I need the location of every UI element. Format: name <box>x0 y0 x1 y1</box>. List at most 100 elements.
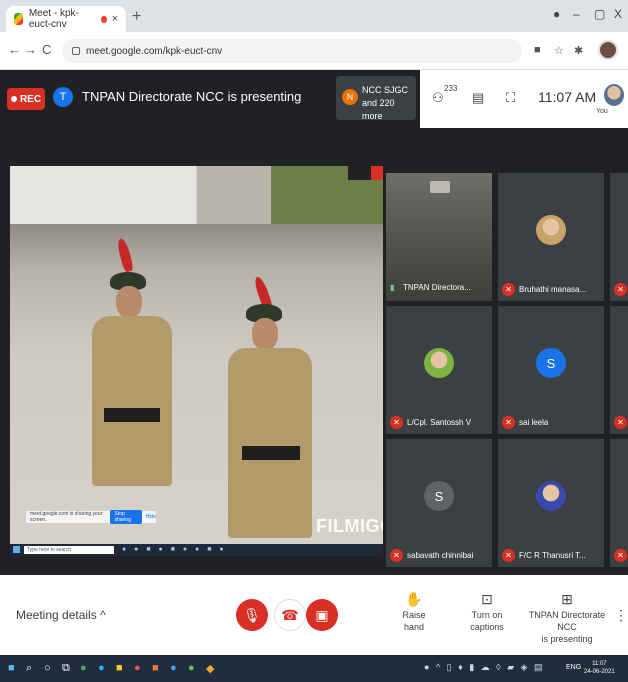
app-icon-4[interactable]: ■ <box>152 662 159 674</box>
url-field[interactable]: meet.google.com/kpk-euct-cnv <box>62 39 522 63</box>
forward-arrow-icon[interactable]: → <box>24 42 37 57</box>
extension-dot-icon[interactable]: ● <box>553 7 560 21</box>
participant-name-row: ▮ TNPAN Directora... <box>390 283 494 292</box>
mic-muted-icon: ✕ <box>614 549 627 562</box>
chat-icon[interactable]: ▤ <box>472 90 484 106</box>
leave-call-button[interactable]: ☎ <box>274 599 306 631</box>
present-icon: ⊞ <box>561 591 573 607</box>
mic-muted-icon: ✕ <box>502 283 515 296</box>
mic-muted-icon: ✕ <box>502 549 515 562</box>
filmigo-watermark: FILMIGO <box>316 516 383 536</box>
self-avatar[interactable] <box>604 84 624 106</box>
app-icon-6[interactable]: ◆ <box>206 662 214 675</box>
participant-tile[interactable]: ✕ Bruhathi manasa... <box>497 172 605 302</box>
cortana-icon[interactable]: ○ <box>44 662 51 674</box>
meeting-stage: meet.google.com is sharing your screen. … <box>0 128 628 575</box>
participant-avatar <box>424 348 454 378</box>
participant-tile[interactable]: R✕Roshini R <box>609 438 628 568</box>
participant-tile[interactable]: S ✕ sabavath chinnibai <box>385 438 493 568</box>
presenting-status: TNPAN Directorate NCC is presenting <box>82 89 302 104</box>
participant-tile[interactable]: S ✕ sai leela <box>497 305 605 435</box>
bookmark-star-icon[interactable]: ☆ <box>554 44 564 57</box>
windows-taskbar: ■ ⌕ ○ ⧉ ● ● ■ ● ■ ● ● ◆ ● ^ ▯ ♦ ▮ ☁ ◊ ▰ … <box>0 655 628 682</box>
app-icon-5[interactable]: ● <box>170 662 177 674</box>
start-icon[interactable]: ■ <box>8 662 15 674</box>
meeting-clock: 11:07 AM <box>538 89 597 105</box>
url-text: meet.google.com/kpk-euct-cnv <box>86 45 223 57</box>
participant-name: F/C R Thanusri T... <box>519 551 586 560</box>
new-tab-button[interactable]: + <box>132 8 141 26</box>
participant-name: L/Cpl. Santossh V <box>407 418 472 427</box>
back-arrow-icon[interactable]: ← <box>8 42 21 57</box>
app-icon-1[interactable]: ● <box>80 662 87 674</box>
shared-search-box: Type here to search <box>24 546 114 554</box>
taskbar-date: 24-06-2021 <box>584 669 615 675</box>
folder-icon[interactable]: ■ <box>116 662 123 674</box>
participant-name-row: ✕33 SARUNITHI.M <box>614 416 628 429</box>
video-background-wall <box>10 224 383 556</box>
meet-header: REC T TNPAN Directorate NCC is presentin… <box>0 70 628 128</box>
hide-banner-button[interactable]: Hide <box>146 514 156 520</box>
taskbar-clock[interactable]: 11:07 24-06-2021 <box>584 660 615 676</box>
participant-name: sai leela <box>519 418 549 427</box>
camera-off-button[interactable]: ▣ <box>306 599 338 631</box>
profile-avatar[interactable] <box>598 40 618 60</box>
search-icon[interactable]: ⌕ <box>26 662 32 675</box>
screen-window-controls <box>348 166 383 180</box>
participant-tile[interactable]: ▮ TNPAN Directora... <box>385 172 493 302</box>
captions-label: Turn on captions <box>470 610 504 632</box>
people-summary-text: NCC SJGC and 220 more <box>362 84 416 123</box>
chevron-up-icon: ^ <box>100 608 106 622</box>
language-indicator[interactable]: ENG <box>566 664 581 671</box>
participant-tile[interactable]: ✕ L/Cpl. Santossh V <box>385 305 493 435</box>
screen-share-banner: meet.google.com is sharing your screen. … <box>26 510 156 524</box>
people-icon[interactable]: ⚇ <box>432 90 444 106</box>
participant-name-row: ✕ sabavath chinnibai <box>390 549 494 562</box>
shared-screen-video[interactable]: meet.google.com is sharing your screen. … <box>10 166 383 556</box>
browser-tab-meet[interactable]: Meet - kpk-euct-cnv × <box>6 6 126 32</box>
camera-off-icon: ▣ <box>315 606 329 623</box>
reload-icon[interactable]: C <box>42 42 51 57</box>
presenting-button[interactable]: ⊞ TNPAN Directorate NCC is presenting <box>528 591 606 645</box>
participant-name: TNPAN Directora... <box>403 283 471 292</box>
minimize-button[interactable]: – <box>573 7 580 21</box>
screen-close-icon[interactable] <box>371 166 383 180</box>
recording-dot-icon <box>101 15 107 23</box>
meeting-details-label: Meeting details <box>16 608 97 622</box>
address-bar: ← → C meet.google.com/kpk-euct-cnv ■ ☆ ✱ <box>0 32 628 70</box>
shared-app-icons: ● ● ■ ● ■ ● ● ■ ● <box>122 546 227 553</box>
app-icon-3[interactable]: ● <box>134 662 141 674</box>
maximize-button[interactable]: ▢ <box>594 7 605 21</box>
shared-start-icon <box>13 546 20 553</box>
shared-taskbar: Type here to search ● ● ■ ● ■ ● ● ■ ● <box>10 544 383 556</box>
close-window-button[interactable]: X <box>614 7 622 21</box>
participant-name-row: ✕ L/Cpl. Santossh V <box>390 416 494 429</box>
screen-root: Meet - kpk-euct-cnv × + ● – ▢ X ← → C me… <box>0 0 628 682</box>
people-line1: NCC SJGC <box>362 85 409 95</box>
camera-indicator-icon[interactable]: ■ <box>534 44 541 56</box>
tab-title: Meet - kpk-euct-cnv <box>28 8 79 30</box>
participant-tile[interactable]: ✕33 SARUNITHI.M <box>609 305 628 435</box>
captions-button[interactable]: ⊡ Turn on captions <box>456 592 518 633</box>
participant-name-row: ✕ sai leela <box>502 416 606 429</box>
speaking-indicator-icon: ▮ <box>390 283 395 292</box>
people-summary[interactable]: N NCC SJGC and 220 more <box>336 76 416 123</box>
more-options-icon[interactable]: ⋮ <box>614 607 628 624</box>
rec-label: REC <box>19 93 42 105</box>
extensions-icon[interactable]: ✱ <box>574 44 583 57</box>
activities-icon[interactable]: ⛶ <box>506 90 515 106</box>
chrome-icon[interactable]: ● <box>188 662 195 674</box>
participant-tile[interactable]: ✕ F/C R Thanusri T... <box>497 438 605 568</box>
meeting-details-button[interactable]: Meeting details ^ <box>16 608 106 622</box>
task-view-icon[interactable]: ⧉ <box>62 662 70 675</box>
app-icon-2[interactable]: ● <box>98 662 105 674</box>
presenter-avatar: T <box>53 87 73 107</box>
participant-tile[interactable]: ✕Munagala Mouni... <box>609 172 628 302</box>
raise-hand-button[interactable]: ✋ Raise hand <box>394 592 434 633</box>
hang-up-icon: ☎ <box>281 606 299 623</box>
mic-off-button[interactable]: 🎙 <box>236 599 268 631</box>
presenting-line2: is presenting <box>541 634 593 644</box>
recording-badge: REC <box>7 88 45 110</box>
tab-close-icon[interactable]: × <box>112 13 118 25</box>
stop-sharing-button[interactable]: Stop sharing <box>110 510 142 524</box>
